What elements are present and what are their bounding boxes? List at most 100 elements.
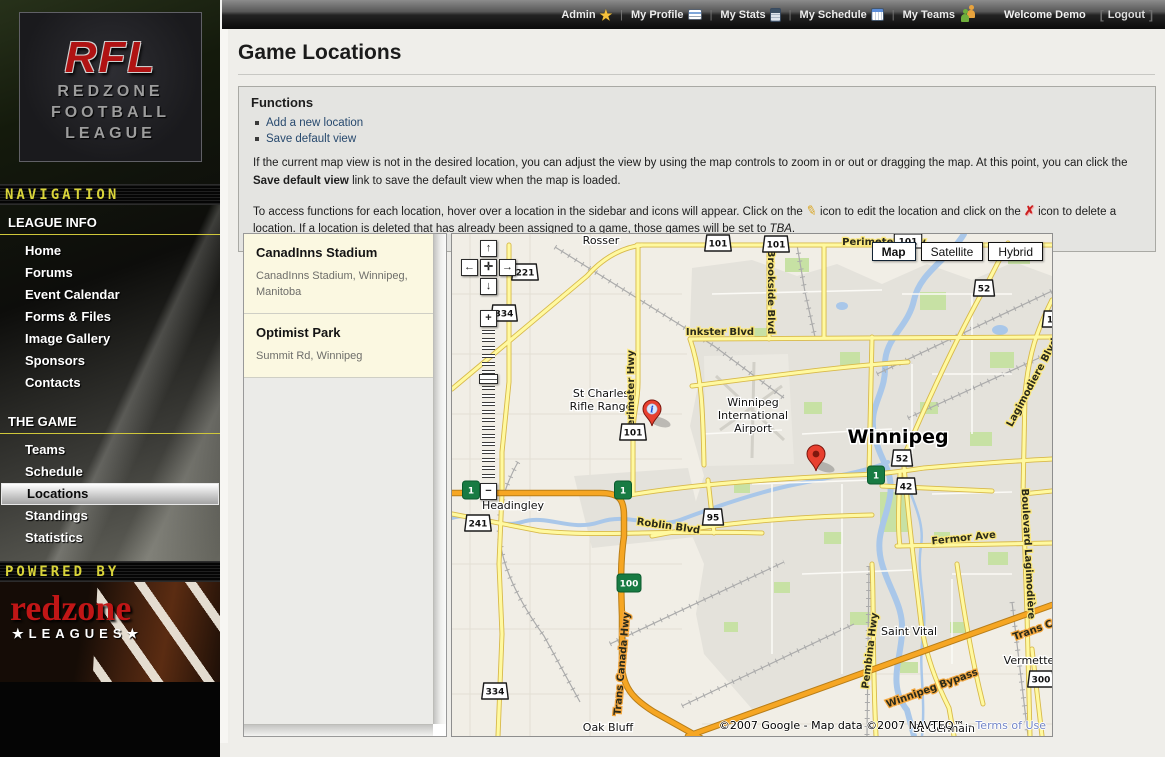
my-profile-link[interactable]: My Profile <box>631 9 702 21</box>
location-address: Summit Rd, Winnipeg <box>256 349 421 365</box>
league-logo-line2: FOOTBALL <box>20 102 201 123</box>
para1-pre: If the current map view is not in the de… <box>253 157 1127 169</box>
sidebar-item-event-calendar[interactable]: Event Calendar <box>0 284 220 306</box>
functions-link-item: Save default view <box>255 133 1143 145</box>
sidebar-item-forums[interactable]: Forums <box>0 262 220 284</box>
svg-text:52: 52 <box>896 455 909 465</box>
highway-shield: 334 <box>482 683 509 699</box>
logout-group: [ Logout ] <box>1100 8 1153 22</box>
delete-x-icon: ✗ <box>1024 201 1035 221</box>
topbar: Admin ★ | My Profile | My Stats | My Sch… <box>220 0 1165 29</box>
locations-vertical-scrollbar[interactable] <box>433 234 446 724</box>
highway-shield: 101 <box>763 236 790 252</box>
zoom-slider-handle[interactable] <box>479 374 498 384</box>
highway-shield: 300 <box>1028 671 1052 687</box>
para2-mid: icon to edit the location and click on t… <box>817 206 1024 218</box>
sidebar-item-standings[interactable]: Standings <box>0 505 220 527</box>
functions-paragraph-1: If the current map view is not in the de… <box>253 155 1141 191</box>
edit-pencil-icon: ✎ <box>804 200 820 222</box>
highway-shield: 1 <box>868 466 885 484</box>
highway-shield: 42 <box>896 478 917 494</box>
svg-text:52: 52 <box>978 285 991 295</box>
topbar-separator: | <box>710 9 713 21</box>
sidebar-item-locations[interactable]: Locations <box>1 483 219 505</box>
locations-list-panel: CanadInns Stadium CanadInns Stadium, Win… <box>243 233 447 737</box>
svg-text:241: 241 <box>469 520 488 530</box>
sidebar-item-teams[interactable]: Teams <box>0 439 220 461</box>
sidebar-item-home[interactable]: Home <box>0 240 220 262</box>
pan-center-button[interactable]: ✛ <box>480 259 497 276</box>
map-area-label: Rifle Range <box>570 400 633 413</box>
map-type-switcher: Map Satellite Hybrid <box>872 242 1043 261</box>
my-schedule-link[interactable]: My Schedule <box>800 8 884 21</box>
sidebar-filler <box>0 682 220 757</box>
para1-post: link to save the default view when the m… <box>349 175 621 187</box>
map-road-label: Brookside Blvd <box>765 250 776 334</box>
pan-left-button[interactable]: ← <box>461 259 478 276</box>
svg-text:1: 1 <box>620 487 626 497</box>
save-default-view-link[interactable]: Save default view <box>266 133 356 145</box>
admin-star-icon: ★ <box>600 9 613 21</box>
zoom-out-button[interactable]: − <box>480 483 497 500</box>
add-location-link[interactable]: Add a new location <box>266 117 363 129</box>
highway-shield: 52 <box>974 280 995 296</box>
map-type-map-button[interactable]: Map <box>872 242 916 261</box>
sidebar-item-forms-files[interactable]: Forms & Files <box>0 306 220 328</box>
sidebar: RFL REDZONE FOOTBALL LEAGUE NAVIGATION L… <box>0 0 220 743</box>
admin-label: Admin <box>561 9 595 21</box>
map-type-hybrid-button[interactable]: Hybrid <box>988 242 1043 261</box>
para1-bold: Save default view <box>253 175 349 187</box>
pan-up-button[interactable]: ↑ <box>480 240 497 257</box>
svg-text:i: i <box>650 406 654 416</box>
sidebar-item-contacts[interactable]: Contacts <box>0 372 220 394</box>
map-canvas: RosserHeadingleyOak BluffSaint VitalVerm… <box>452 234 1052 736</box>
highway-shield: 100 <box>617 574 641 592</box>
admin-link[interactable]: Admin ★ <box>561 9 612 21</box>
calendar-icon <box>871 8 884 21</box>
pan-right-button[interactable]: → <box>499 259 516 276</box>
terms-of-use-link[interactable]: Terms of Use <box>975 719 1046 732</box>
sidebar-item-image-gallery[interactable]: Image Gallery <box>0 328 220 350</box>
zoom-in-button[interactable]: + <box>480 310 497 327</box>
locations-horizontal-scrollbar[interactable] <box>244 724 433 736</box>
location-name: Optimist Park <box>256 325 421 340</box>
sidebar-item-sponsors[interactable]: Sponsors <box>0 350 220 372</box>
functions-title: Functions <box>251 95 1143 110</box>
map-town-label: Rosser <box>583 234 620 247</box>
sidebar-item-statistics[interactable]: Statistics <box>0 527 220 549</box>
svg-text:1: 1 <box>873 472 879 482</box>
the-game-nav: Teams Schedule Locations Standings Stati… <box>0 439 220 549</box>
redzone-leagues-logo: redzone ★LEAGUES★ <box>0 582 220 682</box>
welcome-text: Welcome Demo <box>1004 9 1086 21</box>
highway-shield: 241 <box>465 515 492 531</box>
redzone-logo-sub: ★LEAGUES★ <box>0 626 220 642</box>
map-area-label: St Charles <box>573 387 630 400</box>
map-type-satellite-button[interactable]: Satellite <box>921 242 984 261</box>
location-card-canadinns[interactable]: CanadInns Stadium CanadInns Stadium, Win… <box>244 234 433 314</box>
svg-text:1: 1 <box>1047 316 1052 326</box>
svg-text:101: 101 <box>624 429 643 439</box>
svg-text:221: 221 <box>516 269 535 279</box>
logout-bracket-right: ] <box>1149 8 1153 22</box>
map-area-label: Winnipeg <box>727 396 778 409</box>
map-area-label: Airport <box>734 422 772 435</box>
map-town-label: Vermette <box>1004 654 1052 667</box>
logout-button[interactable]: Logout <box>1108 9 1145 21</box>
para2-pre: To access functions for each location, h… <box>253 206 806 218</box>
highway-shield: 101 <box>705 235 732 251</box>
my-teams-label: My Teams <box>903 9 955 21</box>
pan-down-button[interactable]: ↓ <box>480 278 497 295</box>
location-card-optimist-park[interactable]: Optimist Park Summit Rd, Winnipeg <box>244 314 433 378</box>
topbar-separator: | <box>892 9 895 21</box>
my-stats-link[interactable]: My Stats <box>720 8 780 22</box>
zoom-slider-track[interactable] <box>482 330 495 480</box>
sidebar-item-schedule[interactable]: Schedule <box>0 461 220 483</box>
svg-text:101: 101 <box>709 240 728 250</box>
calculator-icon <box>770 8 781 22</box>
league-logo-abbr: RFL <box>20 35 201 81</box>
map-road-label: Perimeter Hwy <box>626 350 637 434</box>
section-title-the-game: THE GAME <box>0 404 220 434</box>
map-viewport[interactable]: RosserHeadingleyOak BluffSaint VitalVerm… <box>451 233 1053 737</box>
map-area-label: International <box>718 409 788 422</box>
my-teams-link[interactable]: My Teams <box>903 8 976 22</box>
